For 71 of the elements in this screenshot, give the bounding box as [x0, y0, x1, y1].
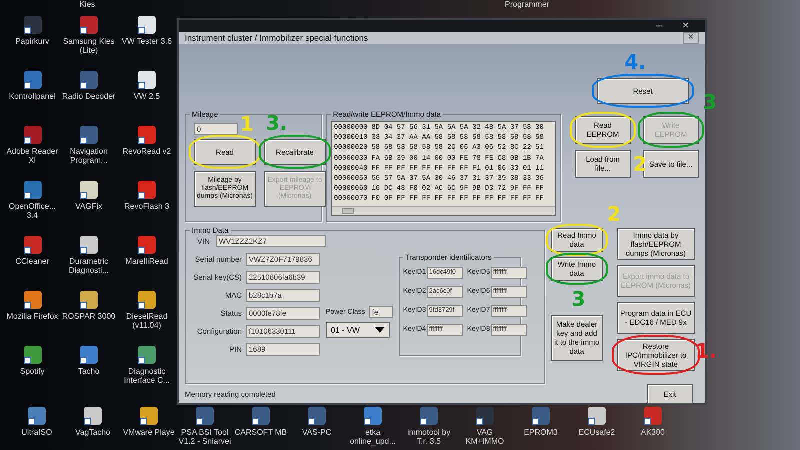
annotation-number: 3. — [266, 113, 288, 133]
icon-label: Samsung Kies (Lite) — [62, 37, 116, 55]
annotation-number: 3 — [572, 289, 586, 309]
icon-label: Adobe Reader XI — [6, 147, 60, 165]
icon-label: CARSOFT MB — [234, 428, 288, 437]
icon-label: Mozilla Firefox — [6, 312, 58, 321]
icon-label: ROSPAR 3000 — [62, 312, 116, 321]
icon-label: Programmer — [505, 0, 550, 11]
minimize-icon[interactable]: – — [656, 20, 663, 32]
icon-label: VAGFix — [76, 202, 102, 211]
app-icon[interactable] — [24, 126, 42, 144]
icon-label: Navigation Program... — [69, 147, 109, 165]
app-icon[interactable] — [80, 346, 98, 364]
icon-label: VagTacho — [76, 428, 110, 437]
app-icon[interactable] — [24, 291, 42, 309]
icon-label: VW 2.5 — [134, 92, 160, 101]
dropdown[interactable]: 01 - VW — [326, 322, 390, 338]
icon-label: Durametric Diagnosti... — [68, 257, 110, 275]
icon-label: Kontrollpanel — [9, 92, 56, 101]
close-icon[interactable]: × — [682, 20, 689, 32]
icon-label: RevoRead v2 — [122, 147, 172, 156]
app-icon[interactable] — [24, 236, 42, 254]
icon-label: immotool by T.r. 3.5 — [406, 428, 452, 446]
annotation-number: 4. — [624, 52, 646, 72]
app-icon[interactable] — [80, 126, 98, 144]
app-icon[interactable] — [196, 407, 214, 425]
app-icon[interactable] — [138, 346, 156, 364]
app-icon[interactable] — [138, 181, 156, 199]
icon-label: MarelliRead — [126, 257, 168, 266]
app-icon[interactable] — [364, 407, 382, 425]
icon-label: EPROM3 — [524, 428, 558, 437]
icon-label: RevoFlash 3 — [124, 202, 170, 211]
icon-label: Radio Decoder — [62, 92, 116, 101]
icon-label: VAG KM+IMMO — [464, 428, 506, 446]
icon-label: etka online_upd... — [349, 428, 397, 446]
icon-label: Spotify — [20, 367, 45, 376]
app-icon[interactable] — [476, 407, 494, 425]
app-icon[interactable] — [28, 407, 46, 425]
icon-label: VAS-PC — [302, 428, 332, 437]
icon-label: ECUsafe2 — [578, 428, 616, 437]
app-icon[interactable] — [138, 126, 156, 144]
annotation-number: 1 — [240, 114, 254, 134]
window-title: Instrument cluster / Immobilizer special functions — [185, 33, 368, 43]
close-icon[interactable]: × — [683, 32, 699, 44]
app-icon[interactable] — [644, 407, 662, 425]
icon-label: VW Tester 3.6 — [122, 37, 172, 46]
app-icon[interactable] — [24, 346, 42, 364]
icon-label: UltraISO — [22, 428, 52, 437]
app-icon[interactable] — [138, 236, 156, 254]
app-icon[interactable] — [80, 71, 98, 89]
annotation-number: 2 — [607, 204, 621, 224]
icon-label: VMware Playe — [123, 428, 175, 437]
app-icon[interactable] — [24, 71, 42, 89]
app-icon[interactable] — [24, 16, 42, 34]
icon-label: CCleaner — [16, 257, 50, 266]
caret-icon — [375, 327, 385, 333]
app-icon[interactable] — [252, 407, 270, 425]
icon-label: PSA BSI Tool V1.2 - Sniarvei — [178, 428, 232, 446]
app-icon[interactable] — [308, 407, 326, 425]
icon-label: Kies — [80, 0, 96, 10]
app-icon[interactable] — [420, 407, 438, 425]
icon-label: Diagnostic Interface C... — [123, 367, 171, 385]
app-icon[interactable] — [80, 16, 98, 34]
scrollbar[interactable] — [332, 206, 555, 215]
icon-label: AK300 — [640, 428, 666, 437]
app-icon[interactable] — [532, 407, 550, 425]
icon-label: Papirkurv — [16, 37, 50, 46]
app-icon[interactable] — [24, 181, 42, 199]
icon-label: OpenOffice... 3.4 — [8, 202, 57, 220]
icon-label: Tacho — [78, 367, 100, 376]
icon-label: DieselRead (v11.04) — [125, 312, 169, 330]
